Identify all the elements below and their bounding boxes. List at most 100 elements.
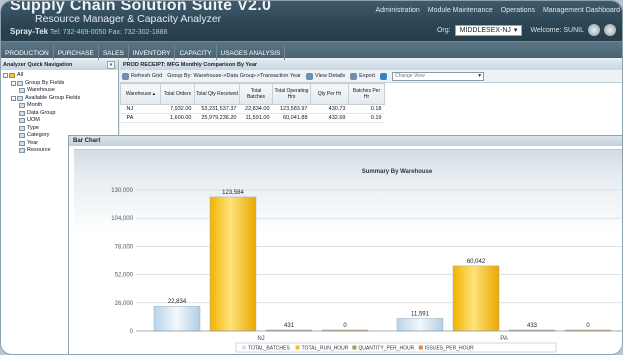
tree-item-label: Warehouse [27,87,55,93]
legend-label: ISSUES_PER_HOUR [425,346,474,352]
app-subtitle: Resource Manager & Capacity Analyzer [35,13,222,25]
bar-chart: Summary By Warehouse 0 26,000 52,000 78,000 1… [111,169,622,353]
field-icon [19,88,25,94]
tree-item-warehouse[interactable]: Warehouse [1,87,118,95]
legend-swatch [418,345,423,350]
x-tick-label: NJ [257,336,264,342]
column-header-total-batches[interactable]: Total Batches [239,83,273,105]
table-cell: 432.69 [310,113,349,123]
change-view-select[interactable]: Change View [392,71,485,81]
table-cell: 7,932.00 [160,104,195,114]
data-label: 22,834 [168,299,187,305]
field-icon [19,140,25,146]
column-header-qty-per-hr[interactable]: Qty Per Hr [310,83,349,105]
column-header-batches-per-hr[interactable]: Batches Per Hr [348,83,385,105]
view-details-label: View Details [315,73,346,79]
collapse-button[interactable]: « [107,61,115,69]
tree-item-label: Type [27,124,39,131]
table-cell: 0.19 [348,113,385,123]
help-icon[interactable] [604,24,616,36]
app-header: Supply Chain Solution Suite V2.0 Resourc… [1,1,622,41]
data-label: 11,591 [411,311,430,317]
tree-item-uom[interactable]: UOM [1,117,118,125]
column-header-total-operating-hrs[interactable]: Total Operating Hrs [272,83,311,105]
legend-label: TOTAL_BATCHES [248,346,290,352]
field-icon [19,118,25,124]
tree-item-label: Data Group [27,109,56,116]
chart-window-title[interactable]: Bar Chart [69,136,622,146]
view-details-button[interactable]: View Details [306,72,346,80]
export-label: Export [359,73,376,79]
org-select[interactable]: MIDDLESEX-NJ ▾ [454,24,523,36]
table-row[interactable]: PA 1,600.00 25,979,236.20 11,591.00 60,0… [120,113,385,123]
tree-item-all[interactable]: - All [1,72,118,80]
y-tick-label: 52,000 [115,273,134,279]
panel-title: Analyzer Quick Navigation « [1,60,118,70]
tree-item-month[interactable]: Month [1,102,118,110]
top-link-operations[interactable]: Operations [501,7,535,14]
refresh-grid-button[interactable]: Refresh Grid [122,72,162,80]
table-cell: 11,591.00 [239,113,273,123]
y-tick-label: 104,000 [111,216,133,222]
legend-label: TOTAL_RUN_HOUR [302,346,349,352]
table-cell: 60,041.88 [272,113,311,123]
bar-total-batches-nj [153,305,201,332]
table-row[interactable]: NJ 7,932.00 53,231,537.37 22,834.00 123,… [120,104,385,114]
field-icon [19,148,25,154]
report-panel: PROD RECEIPT: MFG Monthly Comparison By … [120,60,622,144]
tree-item-data-group[interactable]: Data Group [1,110,118,118]
tree-item-available-group-fields[interactable]: - Available Group Fields [1,95,118,103]
home-icon[interactable] [588,24,600,36]
tree-item-label: Month [27,102,43,108]
table-cell: 22,834.00 [239,104,273,114]
org-area: Org: MIDDLESEX-NJ ▾ Welcome: SUNIL [437,24,616,36]
details-icon [306,72,313,80]
table-cell: PA [120,113,161,123]
field-icon [19,110,25,116]
bar-total-batches-pa [396,318,444,332]
y-tick-label: 78,000 [115,244,134,250]
x-tick-label: PA [500,336,508,342]
field-icon [17,80,23,86]
folder-icon [9,73,15,79]
column-header-warehouse[interactable]: Warehouse ▴ [120,83,161,105]
tree-toggle-icon[interactable]: - [3,73,8,79]
export-icon [350,72,358,80]
data-label: 431 [284,323,295,329]
field-icon [19,133,25,139]
tree-item-label: Category [27,132,50,138]
welcome-text: Welcome: SUNIL [530,26,584,34]
top-link-management-dashboard[interactable]: Management Dashboard [543,7,620,14]
tree-item-label: All [17,72,24,78]
tree-toggle-icon[interactable]: - [11,80,16,86]
chart-title: Summary By Warehouse [362,169,433,175]
table-cell: 0.18 [348,104,385,114]
top-link-administration[interactable]: Administration [375,7,419,14]
table-cell: 123,583.97 [272,104,311,114]
chart-icon [380,72,388,80]
export-button[interactable]: Export [350,72,376,80]
group-by-text: Group By: Warehouse->Data Group->Transac… [167,73,301,79]
company-line: Spray-Tek Tel: 732-469-0050 Fax: 732-302… [10,27,167,36]
field-icon [17,95,23,101]
tree-item-label: Resource [27,147,51,153]
y-tick-label: 0 [130,329,134,335]
data-label: 0 [586,323,590,329]
tree-item-type[interactable]: Type [1,125,118,133]
legend-swatch [295,345,300,350]
data-label: 60,042 [467,259,486,265]
column-header-total-orders[interactable]: Total Orders [160,83,195,105]
chevron-down-icon: ▾ [513,26,518,34]
chart-area: Summary By Warehouse 0 26,000 52,000 78,000 1… [74,149,622,354]
column-header-total-qty-received[interactable]: Total Qty Received [194,83,240,105]
company-name: Spray-Tek [10,27,49,36]
org-label: Org: [436,26,451,34]
chart-button[interactable] [380,72,388,80]
top-link-module-maintenance[interactable]: Module Maintenance [428,7,493,14]
report-toolbar: Refresh Grid Group By: Warehouse->Data G… [120,70,622,83]
tree-item-group-by-fields[interactable]: - Group By Fields [1,80,118,88]
field-icon [19,125,25,131]
table-cell: NJ [120,104,161,114]
tree-toggle-icon[interactable]: - [11,95,16,101]
field-icon [19,103,25,109]
